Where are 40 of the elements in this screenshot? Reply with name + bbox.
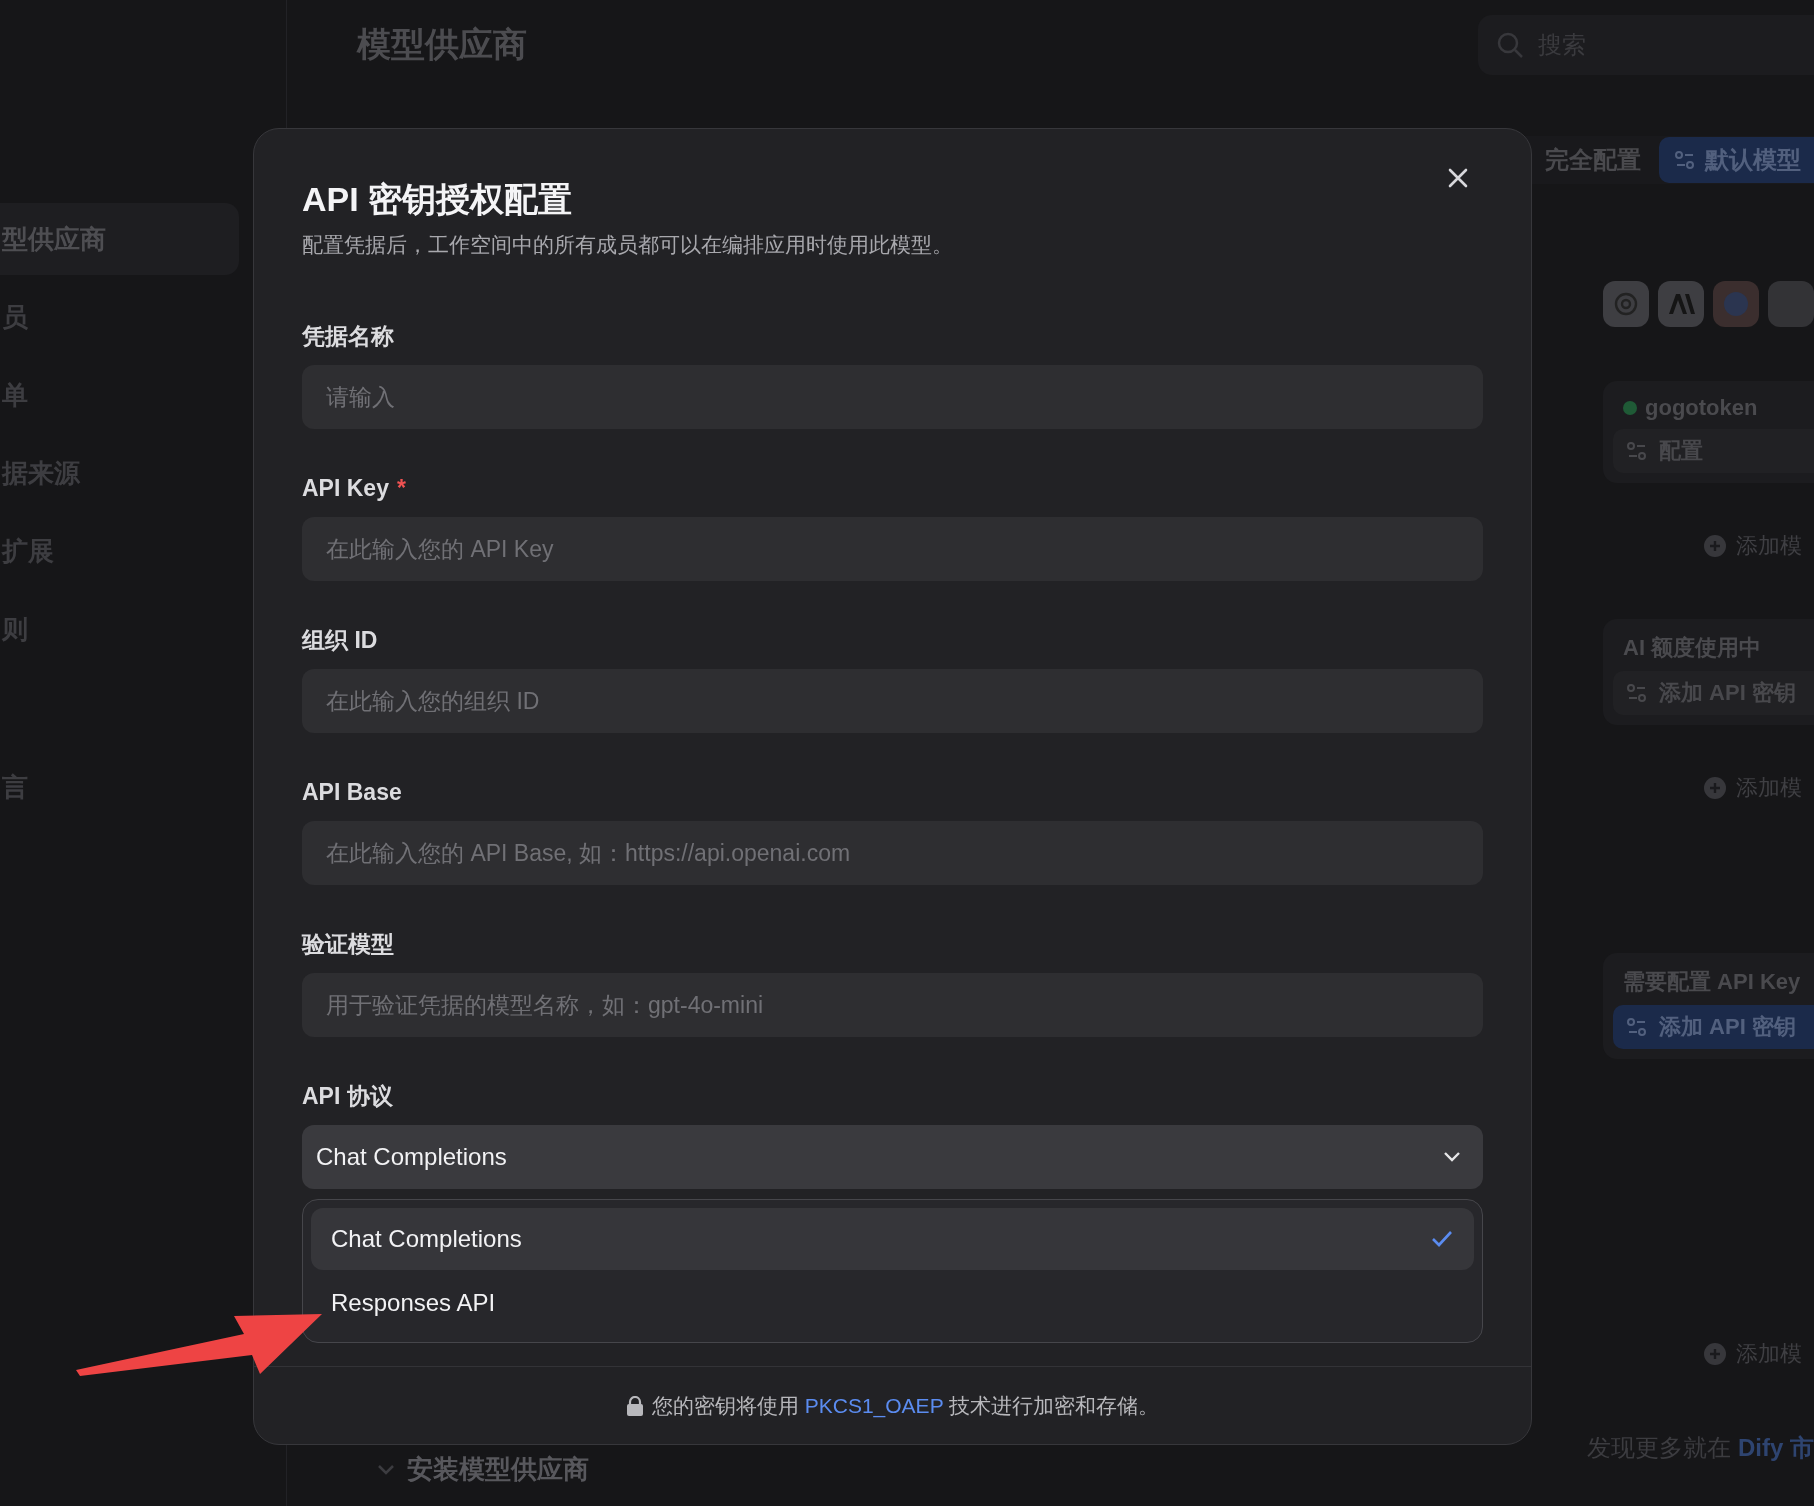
plus-icon (1704, 1343, 1726, 1365)
chevron-icon (1443, 1151, 1461, 1163)
field-label: API Base (302, 778, 402, 807)
logo-icon[interactable] (1768, 281, 1814, 327)
close-icon (1447, 167, 1469, 189)
input-field[interactable]: 用于验证凭据的模型名称，如：gpt-4o-mini (302, 973, 1483, 1037)
sliders-icon (1627, 1017, 1647, 1037)
gradient-logo-icon[interactable] (1713, 281, 1759, 327)
required-mark: * (396, 474, 406, 503)
encryption-note: 您的密钥将使用 PKCS1_OAEP 技术进行加密和存储。 (651, 1393, 1160, 1420)
dropdown-option[interactable]: Chat Completions (311, 1208, 1474, 1270)
lock-icon (625, 1396, 644, 1416)
plus-icon (1704, 777, 1726, 799)
dropdown-option[interactable]: Responses API (311, 1272, 1474, 1334)
marketplace-link[interactable]: Dify 市 (1738, 1434, 1814, 1461)
status-dot (1623, 401, 1637, 415)
dialog-description: 配置凭据后，工作空间中的所有成员都可以在编排应用时使用此模型。 (302, 232, 953, 258)
input-field[interactable]: 请输入 (302, 365, 1483, 429)
check-icon (1430, 1229, 1454, 1249)
letters-logo-icon[interactable] (1658, 281, 1704, 327)
field-label: API 协议 (302, 1082, 393, 1111)
field-label: 凭据名称 (302, 322, 394, 351)
field-label: 组织 ID (302, 626, 378, 655)
field-label: API Key (302, 474, 389, 503)
plus-icon (1704, 535, 1726, 557)
sliders-icon (1627, 441, 1647, 461)
knot-logo-icon[interactable] (1603, 281, 1649, 327)
input-field[interactable]: 在此输入您的 API Base, 如：https://api.openai.com (302, 821, 1483, 885)
input-field[interactable]: 在此输入您的组织 ID (302, 669, 1483, 733)
search-icon (1496, 31, 1524, 59)
sliders-icon (1675, 150, 1695, 170)
chevron-icon (377, 1463, 395, 1476)
section-heading: 安装模型供应商 (407, 1453, 589, 1486)
field-label: 验证模型 (302, 930, 394, 959)
dialog-title: API 密钥授权配置 (302, 179, 573, 220)
protocol-dropdown[interactable]: Chat Completions (302, 1125, 1483, 1189)
input-field[interactable]: 在此输入您的 API Key (302, 517, 1483, 581)
page-title: 模型供应商 (357, 24, 527, 65)
pkcs-link[interactable]: PKCS1_OAEP (804, 1394, 944, 1417)
sliders-icon (1627, 683, 1647, 703)
